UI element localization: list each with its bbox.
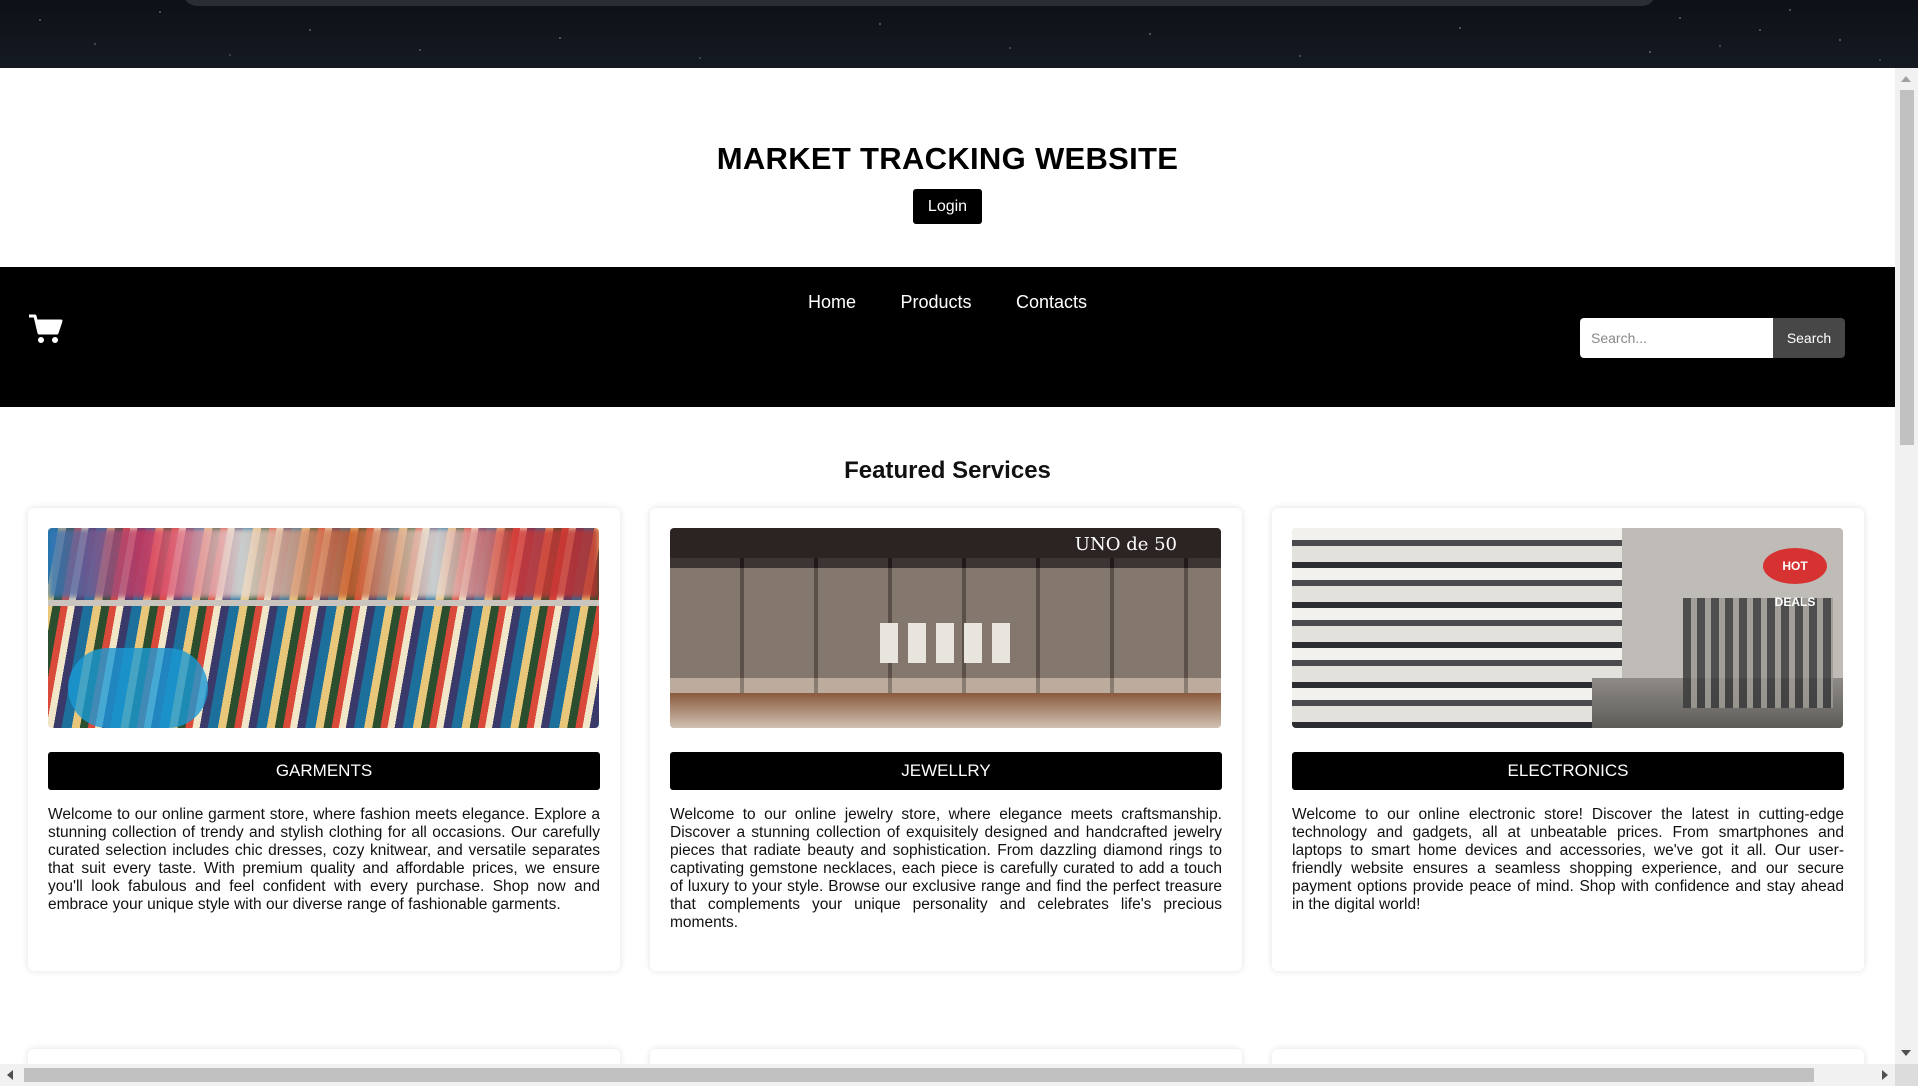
shopping-cart-icon[interactable] — [28, 313, 64, 345]
jewellry-description: Welcome to our online jewelry store, whe… — [670, 806, 1222, 931]
browser-frame-edge — [183, 0, 1656, 6]
garments-button[interactable]: GARMENTS — [48, 752, 600, 790]
scroll-up-icon[interactable] — [1901, 76, 1911, 82]
scroll-down-icon[interactable] — [1901, 1050, 1911, 1056]
service-card-electronics: HOT DEALS ELECTRONICS Welcome to our onl… — [1272, 508, 1864, 971]
jewellry-button[interactable]: JEWELLRY — [670, 752, 1222, 790]
desktop-background — [0, 0, 1918, 68]
jewellry-image: UNO de 50 — [670, 528, 1221, 728]
garments-image — [48, 528, 599, 728]
search-input[interactable] — [1580, 318, 1773, 358]
more-cards — [0, 1049, 1895, 1064]
login-button[interactable]: Login — [912, 189, 983, 224]
electronics-description: Welcome to our online electronic store! … — [1292, 806, 1844, 913]
search-button[interactable]: Search — [1773, 318, 1845, 358]
hot-deals-sign: HOT DEALS — [1763, 548, 1827, 609]
vertical-scrollbar[interactable] — [1895, 68, 1918, 1064]
search-form: Search — [1580, 318, 1845, 358]
nav-link-contacts[interactable]: Contacts — [1016, 292, 1087, 313]
electronics-button[interactable]: ELECTRONICS — [1292, 752, 1844, 790]
service-card — [650, 1049, 1242, 1064]
scrollbar-corner — [1895, 1064, 1918, 1086]
service-card — [28, 1049, 620, 1064]
nav-link-home[interactable]: Home — [808, 292, 856, 313]
store-logo: UNO de 50 — [1074, 534, 1177, 555]
site-title: MARKET TRACKING WEBSITE — [716, 141, 1179, 176]
nav-link-products[interactable]: Products — [900, 292, 971, 313]
main-navbar: Home Products Contacts Search — [0, 267, 1895, 407]
service-card — [1272, 1049, 1864, 1064]
garments-description: Welcome to our online garment store, whe… — [48, 806, 600, 913]
page-viewport: MARKET TRACKING WEBSITE Login Home Produ… — [0, 68, 1895, 1064]
scroll-right-icon[interactable] — [1882, 1070, 1888, 1080]
featured-cards: GARMENTS Welcome to our online garment s… — [0, 508, 1895, 971]
service-card-garments: GARMENTS Welcome to our online garment s… — [28, 508, 620, 971]
horizontal-scroll-thumb[interactable] — [24, 1068, 1814, 1082]
electronics-image: HOT DEALS — [1292, 528, 1843, 728]
featured-services-title: Featured Services — [844, 457, 1051, 484]
vertical-scroll-thumb[interactable] — [1900, 90, 1914, 445]
service-card-jewellry: UNO de 50 JEWELLRY Welcome to our online… — [650, 508, 1242, 971]
horizontal-scrollbar[interactable] — [0, 1064, 1895, 1086]
site-header: MARKET TRACKING WEBSITE Login — [0, 68, 1895, 267]
nav-links: Home Products Contacts — [0, 292, 1895, 313]
scroll-left-icon[interactable] — [7, 1070, 13, 1080]
